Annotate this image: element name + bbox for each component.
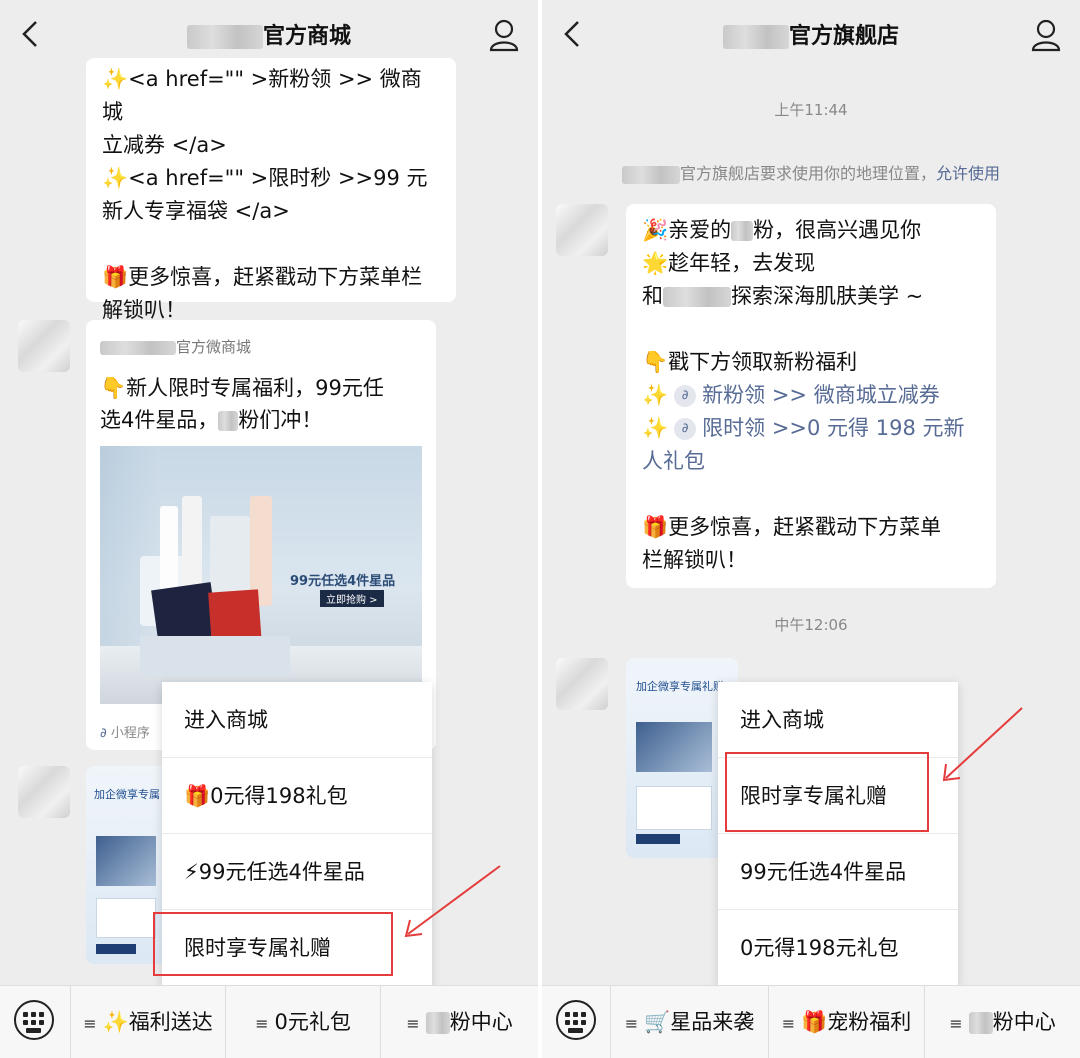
keyboard-icon[interactable] [14, 1000, 54, 1040]
buy-now-button[interactable]: 立即抢购 > [320, 590, 384, 607]
menu-popup: 进入商城 限时享专属礼赠 99元任选4件星品 0元得198元礼包 [718, 682, 958, 986]
popup-item-99-deal[interactable]: 99元任选4件星品 [718, 834, 958, 910]
menu-item-fan-center[interactable]: ≡ 粉中心 [380, 986, 538, 1058]
profile-icon[interactable] [1030, 18, 1062, 52]
gift-pack-link[interactable]: 限时领 >>0 元得 198 元新 [702, 416, 964, 440]
avatar[interactable] [556, 204, 608, 256]
menu-item-fan-welfare[interactable]: ≡ 🎁宠粉福利 [768, 986, 924, 1058]
message-line: 新人专享福袋 </a> [102, 199, 290, 223]
right-chat-panel: 官方旗舰店 上午11:44 官方旗舰店要求使用你的地理位置，允许使用 🎉亲爱的粉… [542, 0, 1080, 1058]
avatar[interactable] [18, 320, 70, 372]
promo-text: 99元任选4件星品 [290, 574, 396, 589]
menu-icon: ≡ [406, 1014, 420, 1033]
card-title: 加企微享专属 [94, 788, 160, 801]
popup-item-gift-pack[interactable]: 0元得198元礼包 [718, 910, 958, 986]
message-line: 🎁更多惊喜，赶紧戳动下方菜单 [642, 515, 942, 539]
gift-pack-link-continued[interactable]: 人礼包 [642, 445, 980, 478]
card-source: 官方微商城 [100, 336, 251, 357]
message-line: ✨ ∂ 新粉领 >> 微商城立减券 [642, 383, 940, 407]
message-line: 栏解锁叭！ [642, 548, 747, 572]
message-line: 和探索深海肌肤美学 ~ [642, 284, 924, 308]
left-chat-panel: 官方商城 ✨<a href="" >新粉领 >> 微商城 立减券 </a> ✨<… [0, 0, 538, 1058]
message-line: 立减券 </a> [102, 133, 227, 157]
menu-icon: ≡ [781, 1014, 796, 1033]
menu-icon: ≡ [255, 1014, 269, 1033]
message-line: ✨<a href="" >新粉领 >> 微商城 [102, 67, 422, 124]
popup-item-enter-store[interactable]: 进入商城 [718, 682, 958, 758]
blurred-brand-name [722, 25, 789, 49]
popup-item-enter-store[interactable]: 进入商城 [162, 682, 432, 758]
red-arrow-icon [942, 707, 1023, 782]
red-arrow-icon [404, 865, 501, 938]
mini-program-icon: ∂ [674, 385, 697, 407]
highlight-box [153, 912, 393, 976]
mini-program-icon: ∂ [674, 418, 697, 440]
new-fan-coupon-link[interactable]: 新粉领 >> 微商城立减券 [702, 383, 940, 407]
card-text: 👇新人限时专属福利，99元任 选4件星品， 粉们冲！ [100, 376, 384, 432]
menu-item-star-products[interactable]: ≡ 🛒星品来袭 [610, 986, 768, 1058]
system-message: 官方旗舰店要求使用你的地理位置，允许使用 [542, 160, 1080, 184]
message-line: ✨<a href="" >限时秒 >>99 元 [102, 166, 428, 190]
nav-bar: 官方旗舰店 [542, 0, 1080, 68]
avatar[interactable] [556, 658, 608, 710]
card-image: 99元任选4件星品 立即抢购 > [100, 446, 422, 704]
popup-item-gift-pack[interactable]: 🎁0元得198礼包 [162, 758, 432, 834]
message-bubble: ✨<a href="" >新粉领 >> 微商城 立减券 </a> ✨<a hre… [86, 58, 456, 322]
message-line: 🌟趁年轻，去发现 [642, 251, 816, 275]
profile-icon[interactable] [488, 18, 520, 52]
bottom-menu-bar: ≡ ✨福利送达 ≡ 0元礼包 ≡ 粉中心 [0, 985, 538, 1058]
keyboard-icon[interactable] [556, 1000, 596, 1040]
bottom-menu-bar: ≡ 🛒星品来袭 ≡ 🎁宠粉福利 ≡ 粉中心 [542, 985, 1080, 1058]
highlight-box [725, 752, 929, 832]
blurred-brand-name [186, 25, 263, 49]
message-line [102, 228, 440, 261]
allow-location-link[interactable]: 允许使用 [936, 164, 1000, 183]
chat-title: 官方旗舰店 [542, 18, 1080, 50]
timestamp: 中午12:06 [774, 616, 848, 634]
message-line: 🎁更多惊喜，赶紧戳动下方菜单栏 [102, 265, 423, 289]
message-line: ✨ ∂ 限时领 >>0 元得 198 元新 [642, 416, 965, 440]
menu-item-welfare[interactable]: ≡ ✨福利送达 [70, 986, 225, 1058]
message-line: 👇戳下方领取新粉福利 [642, 350, 858, 374]
card-footer: ∂ 小程序 [100, 726, 150, 741]
timestamp: 上午11:44 [774, 101, 848, 119]
chat-title: 官方商城 [0, 18, 538, 50]
popup-item-99-deal[interactable]: ⚡99元任选4件星品 [162, 834, 432, 910]
menu-icon: ≡ [949, 1014, 963, 1033]
avatar[interactable] [18, 766, 70, 818]
menu-icon: ≡ [83, 1014, 97, 1033]
menu-item-fan-center[interactable]: ≡ 粉中心 [924, 986, 1080, 1058]
mini-program-icon: ∂ [100, 726, 107, 741]
message-bubble: 🎉亲爱的 粉，很高兴遇见你 🌟趁年轻，去发现 和探索深海肌肤美学 ~ 👇戳下方领取… [626, 204, 996, 588]
menu-item-gift[interactable]: ≡ 0元礼包 [225, 986, 380, 1058]
menu-icon: ≡ [624, 1014, 639, 1033]
message-line: 🎉亲爱的 粉，很高兴遇见你 [642, 218, 922, 242]
card-title: 加企微享专属礼赠 [636, 680, 724, 693]
